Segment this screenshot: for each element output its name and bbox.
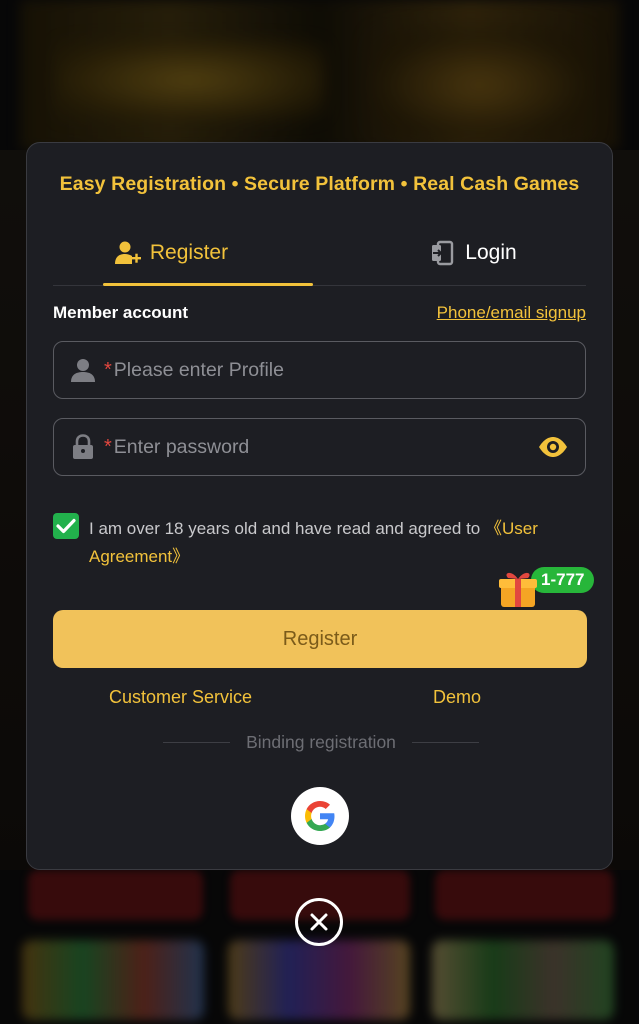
login-door-icon xyxy=(429,240,457,266)
profile-field[interactable]: * Please enter Profile xyxy=(53,341,586,399)
member-account-label: Member account xyxy=(53,303,189,322)
user-icon xyxy=(70,357,96,383)
binding-registration-label: Binding registration xyxy=(246,731,396,752)
add-user-icon xyxy=(114,240,142,266)
demo-link[interactable]: Demo xyxy=(433,687,481,708)
google-icon xyxy=(305,801,335,831)
divider-line xyxy=(163,741,231,743)
tab-login[interactable]: Login xyxy=(353,221,593,285)
divider-line xyxy=(411,741,479,743)
required-mark: * xyxy=(104,358,112,381)
close-icon xyxy=(310,913,328,931)
phone-email-signup-link[interactable]: Phone/email signup xyxy=(437,303,586,323)
password-field[interactable]: * Enter password xyxy=(53,418,586,476)
gift-icon xyxy=(499,572,537,607)
agreement-checkbox[interactable] xyxy=(53,513,79,539)
lock-icon xyxy=(70,434,96,460)
eye-icon[interactable] xyxy=(537,434,569,460)
close-modal-button[interactable] xyxy=(295,898,343,946)
tab-login-label: Login xyxy=(465,241,517,264)
profile-placeholder: Please enter Profile xyxy=(113,358,284,381)
tab-register-label: Register xyxy=(149,241,229,264)
binding-registration-divider: Binding registration xyxy=(163,731,479,753)
register-button[interactable]: Register xyxy=(53,610,587,668)
check-icon xyxy=(56,518,76,534)
registration-modal: Easy Registration • Secure Platform • Re… xyxy=(26,142,613,870)
agreement-statement: I am over 18 years old and have read and… xyxy=(89,519,485,538)
google-signup-button[interactable] xyxy=(291,787,349,845)
modal-tagline: Easy Registration • Secure Platform • Re… xyxy=(59,173,580,195)
promo-count: 1-777 xyxy=(531,567,595,593)
promo-badge[interactable]: 1-777 xyxy=(497,563,607,607)
auth-tabs: Register Login xyxy=(53,221,586,286)
customer-service-link[interactable]: Customer Service xyxy=(109,687,252,708)
tab-register[interactable]: Register xyxy=(53,221,313,286)
required-mark: * xyxy=(104,435,112,458)
password-placeholder: Enter password xyxy=(113,435,250,458)
